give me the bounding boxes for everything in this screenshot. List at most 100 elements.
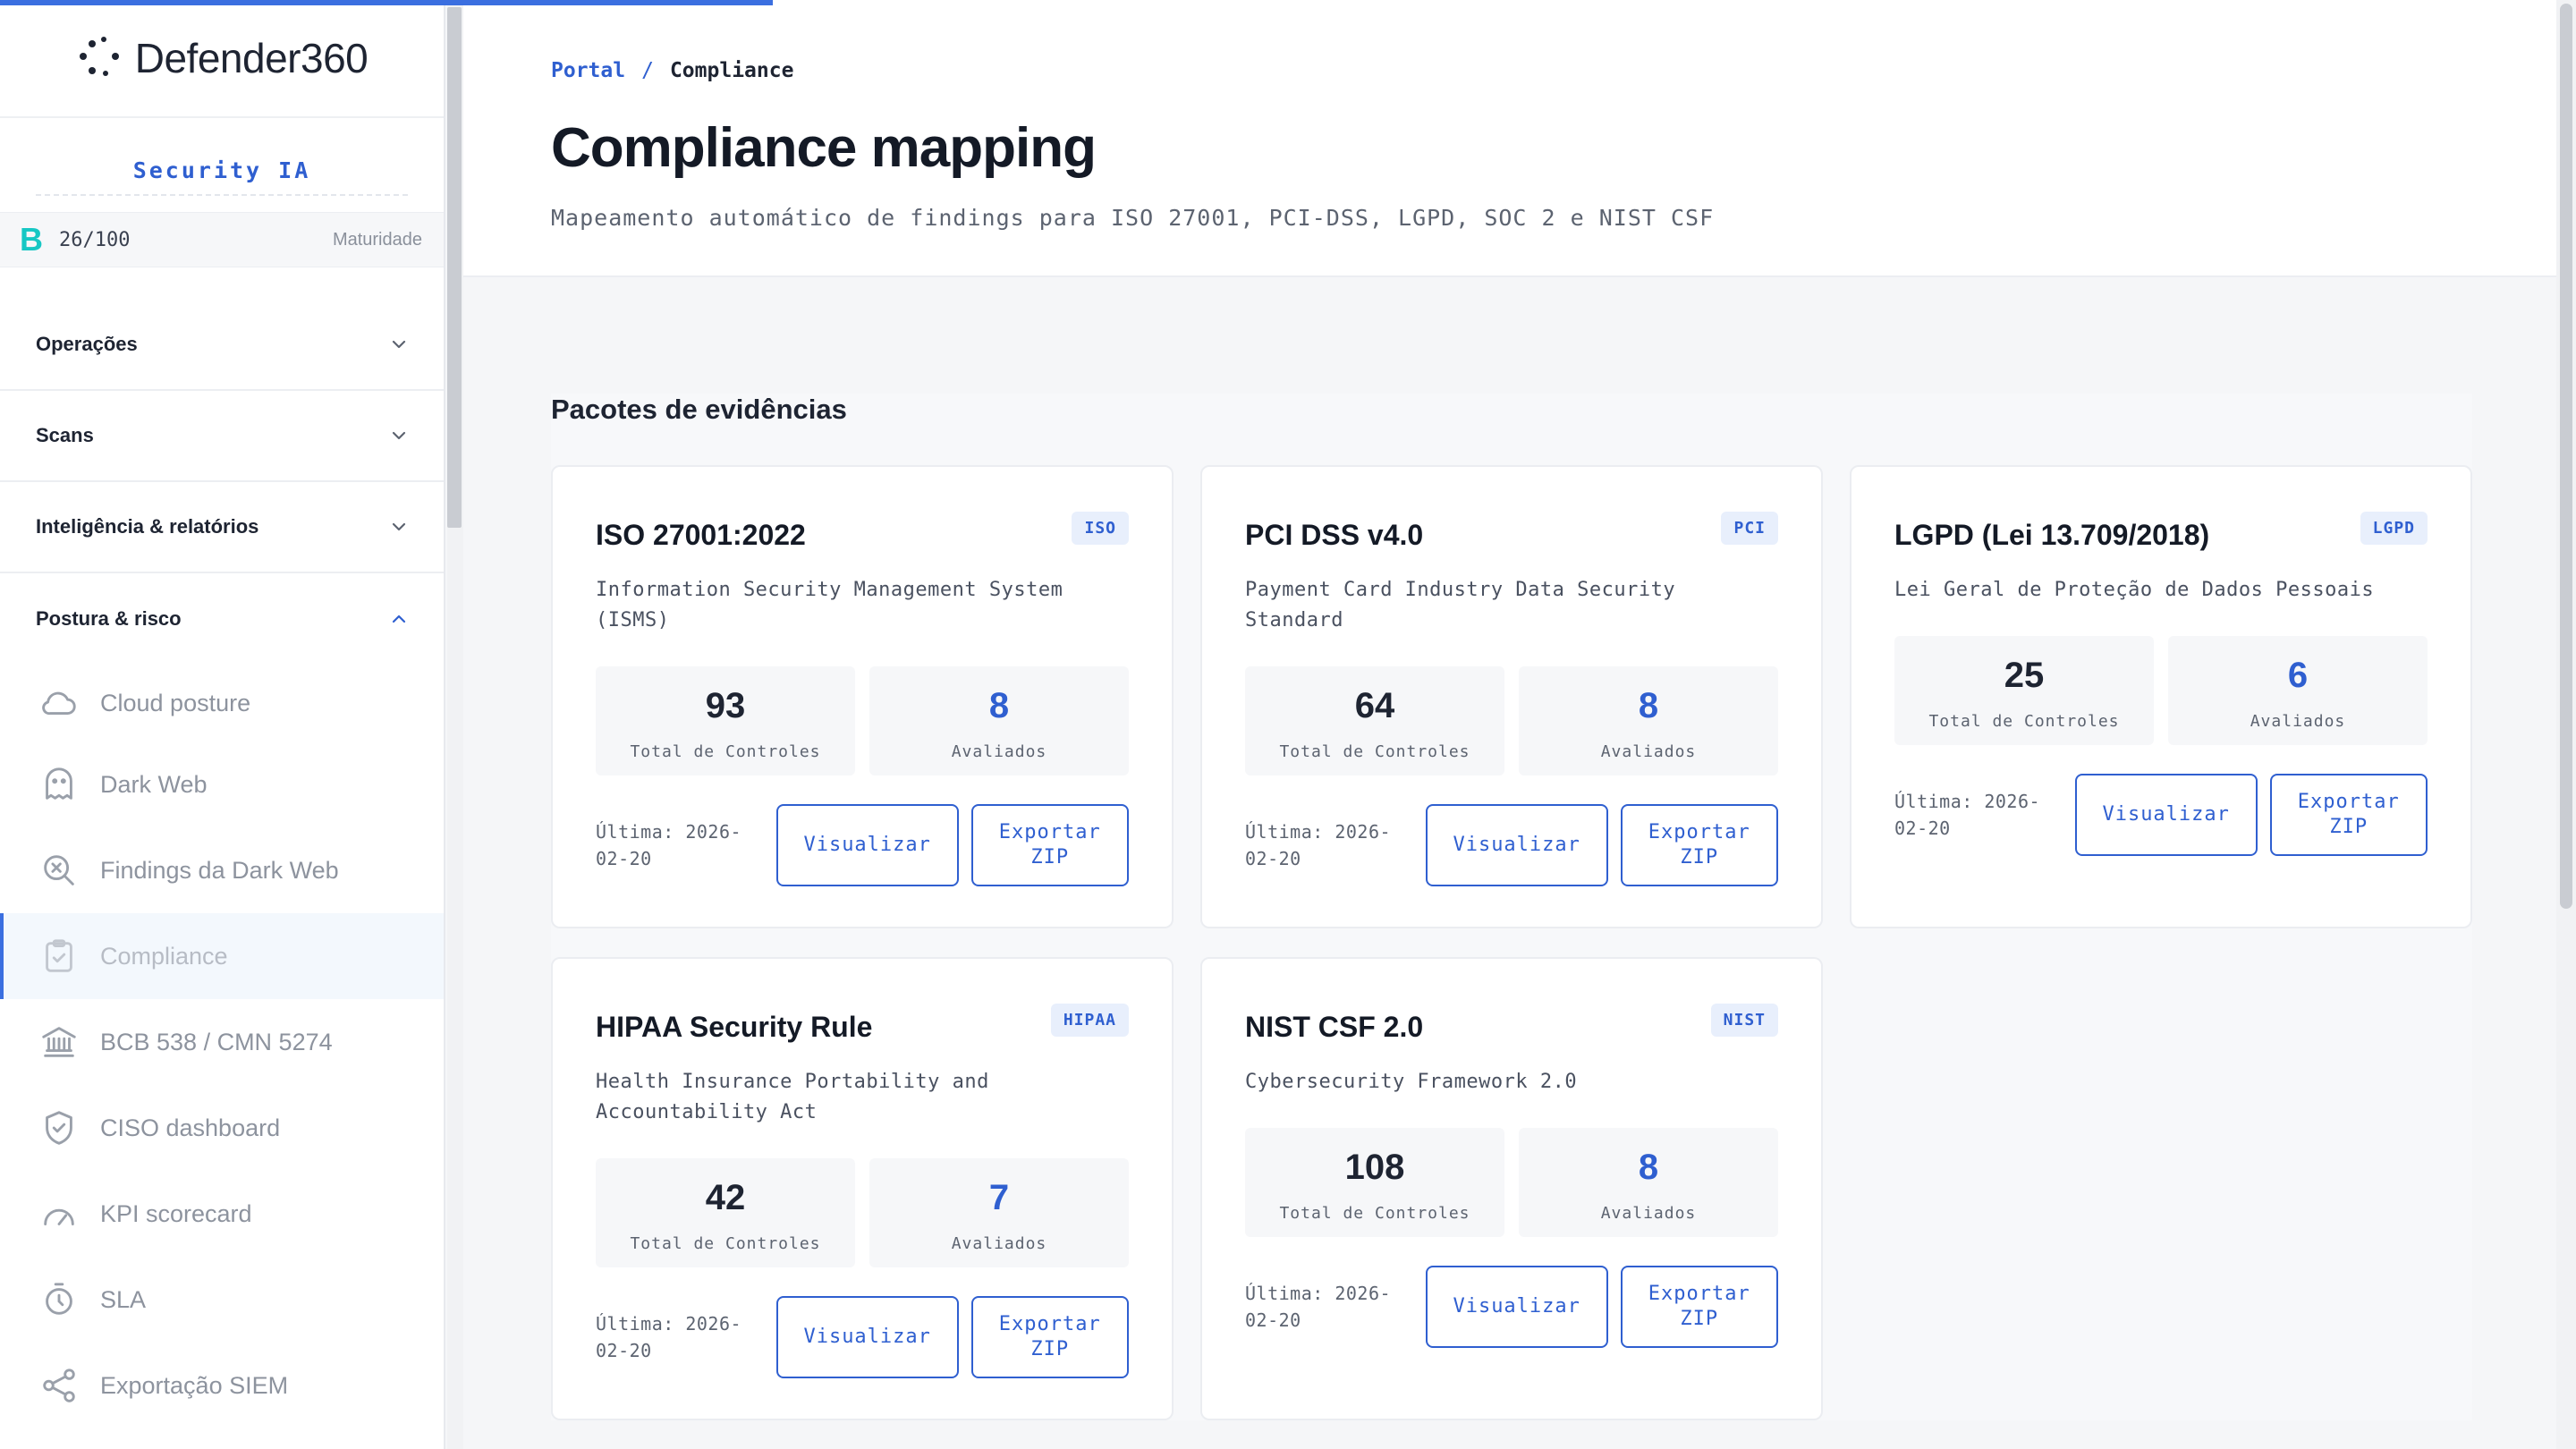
view-button[interactable]: Visualizar <box>775 1296 959 1378</box>
card-title: PCI DSS v4.0 <box>1245 519 1424 551</box>
sidebar-item-label: Exportação SIEM <box>100 1371 289 1399</box>
sidebar-item-label: KPI scorecard <box>100 1199 252 1227</box>
total-controls-label: Total de Controles <box>1928 712 2120 731</box>
last-updated: Última: 2026-02-20 <box>1245 1283 1392 1331</box>
sidebar: Defender360 Security IA B 26/100 Maturid… <box>0 0 445 1449</box>
page-title: Compliance mapping <box>551 117 1097 179</box>
sidebar-item-label: Compliance <box>100 942 228 970</box>
breadcrumb-portal-link[interactable]: Portal <box>551 59 625 82</box>
page-load-progress-fill <box>0 0 773 5</box>
evaluated-value: 8 <box>1638 1148 1659 1187</box>
evaluated-label: Avaliados <box>951 1234 1047 1253</box>
card-description: Cybersecurity Framework 2.0 <box>1245 1071 1578 1093</box>
evaluated-label: Avaliados <box>951 742 1047 761</box>
evaluated-stat: 8 Avaliados <box>869 666 1129 775</box>
breadcrumb-current: Compliance <box>669 59 794 82</box>
chevron-down-icon <box>392 431 406 440</box>
sidebar-item-bcb[interactable]: BCB 538 / CMN 5274 <box>0 999 444 1085</box>
card-description: Payment Card Industry Data Security Stan… <box>1245 579 1676 631</box>
nav-group-operacoes[interactable]: Operações <box>0 300 444 391</box>
sidebar-item-cloud-posture[interactable]: Cloud posture <box>0 665 444 741</box>
last-updated: Última: 2026-02-20 <box>596 1313 742 1361</box>
page-header: Portal / Compliance Compliance mapping M… <box>463 0 2556 277</box>
sidebar-item-label: Findings da Dark Web <box>100 856 339 884</box>
framework-badge: NIST <box>1710 1004 1778 1037</box>
evidence-packages-section: Pacotes de evidências ISO 27001:2022 ISO… <box>551 394 2472 1420</box>
brand-logo[interactable]: Defender360 <box>0 0 444 118</box>
page-scrollbar-thumb[interactable] <box>2560 4 2572 909</box>
maturity-widget[interactable]: B 26/100 Maturidade <box>0 212 444 267</box>
nav-group-inteligencia[interactable]: Inteligência & relatórios <box>0 482 444 573</box>
sidebar-item-exportacao-siem[interactable]: Exportação SIEM <box>0 1343 444 1428</box>
export-zip-button[interactable]: Exportar ZIP <box>1620 1266 1778 1348</box>
total-controls-value: 93 <box>705 686 746 725</box>
total-controls-label: Total de Controles <box>1279 742 1470 761</box>
ghost-icon <box>38 763 80 806</box>
page-load-progress <box>0 0 2576 5</box>
evaluated-label: Avaliados <box>1600 1204 1697 1223</box>
nav-group-label: Inteligência & relatórios <box>36 515 259 538</box>
export-zip-button[interactable]: Exportar ZIP <box>970 804 1129 886</box>
bank-icon <box>38 1021 80 1063</box>
sidebar-item-dark-web[interactable]: Dark Web <box>0 741 444 827</box>
evaluated-stat: 6 Avaliados <box>2168 636 2428 745</box>
card-description: Information Security Management System (… <box>596 579 1063 631</box>
breadcrumb-separator: / <box>641 59 654 82</box>
view-button[interactable]: Visualizar <box>1425 804 1608 886</box>
nav-group-scans[interactable]: Scans <box>0 391 444 482</box>
total-controls-value: 64 <box>1354 686 1395 725</box>
total-controls-stat: 42 Total de Controles <box>596 1158 855 1267</box>
framework-badge: LGPD <box>2360 512 2428 545</box>
view-button[interactable]: Visualizar <box>775 804 959 886</box>
total-controls-value: 108 <box>1344 1148 1405 1187</box>
evaluated-value: 6 <box>2287 656 2309 695</box>
share-icon <box>38 1364 80 1407</box>
framework-badge: ISO <box>1072 512 1129 545</box>
sidebar-item-compliance[interactable]: Compliance <box>0 913 444 999</box>
chevron-down-icon <box>392 340 406 349</box>
export-zip-button[interactable]: Exportar ZIP <box>970 1296 1129 1378</box>
framework-badge: PCI <box>1721 512 1778 545</box>
nav-group-label: Operações <box>36 333 138 355</box>
sidebar-item-label: Cloud posture <box>100 689 251 716</box>
sidebar-item-sla[interactable]: SLA <box>0 1257 444 1343</box>
breadcrumb: Portal / Compliance <box>551 59 2556 82</box>
view-button[interactable]: Visualizar <box>2074 774 2258 856</box>
nav-group-label: Scans <box>36 424 94 446</box>
evaluated-value: 8 <box>988 686 1010 725</box>
card-title: ISO 27001:2022 <box>596 519 806 551</box>
package-card-nist: NIST CSF 2.0 NIST Cybersecurity Framewor… <box>1200 957 1823 1420</box>
sidebar-item-ciso-dashboard[interactable]: CISO dashboard <box>0 1085 444 1171</box>
main-content: Portal / Compliance Compliance mapping M… <box>463 0 2556 1449</box>
card-title: HIPAA Security Rule <box>596 1011 873 1043</box>
evaluated-stat: 7 Avaliados <box>869 1158 1129 1267</box>
total-controls-label: Total de Controles <box>1279 1204 1470 1223</box>
sidebar-item-kpi-scorecard[interactable]: KPI scorecard <box>0 1171 444 1257</box>
total-controls-label: Total de Controles <box>630 1234 821 1253</box>
maturity-grade: B <box>20 221 43 258</box>
total-controls-stat: 93 Total de Controles <box>596 666 855 775</box>
chevron-down-icon <box>392 522 406 531</box>
shield-check-icon <box>38 1106 80 1149</box>
sidebar-item-findings-dark-web[interactable]: Findings da Dark Web <box>0 827 444 913</box>
evaluated-stat: 8 Avaliados <box>1519 666 1778 775</box>
clipboard-check-icon <box>38 935 80 978</box>
nav-group-postura[interactable]: Postura & risco <box>0 573 444 665</box>
sidebar-scrollbar-thumb[interactable] <box>447 7 462 528</box>
card-title: LGPD (Lei 13.709/2018) <box>1894 519 2210 551</box>
gauge-icon <box>38 1192 80 1235</box>
cloud-icon <box>38 682 80 724</box>
export-zip-button[interactable]: Exportar ZIP <box>1620 804 1778 886</box>
total-controls-stat: 64 Total de Controles <box>1245 666 1504 775</box>
security-ia-link[interactable]: Security IA <box>36 157 408 196</box>
total-controls-value: 42 <box>705 1178 746 1217</box>
export-zip-button[interactable]: Exportar ZIP <box>2269 774 2428 856</box>
view-button[interactable]: Visualizar <box>1425 1266 1608 1348</box>
sidebar-item-label: SLA <box>100 1285 147 1313</box>
search-x-icon <box>38 849 80 892</box>
framework-badge: HIPAA <box>1050 1004 1129 1037</box>
card-description: Lei Geral de Proteção de Dados Pessoais <box>1894 579 2375 601</box>
evaluated-value: 7 <box>988 1178 1010 1217</box>
nav-group-label: Postura & risco <box>36 607 182 630</box>
maturity-label: Maturidade <box>332 229 422 250</box>
